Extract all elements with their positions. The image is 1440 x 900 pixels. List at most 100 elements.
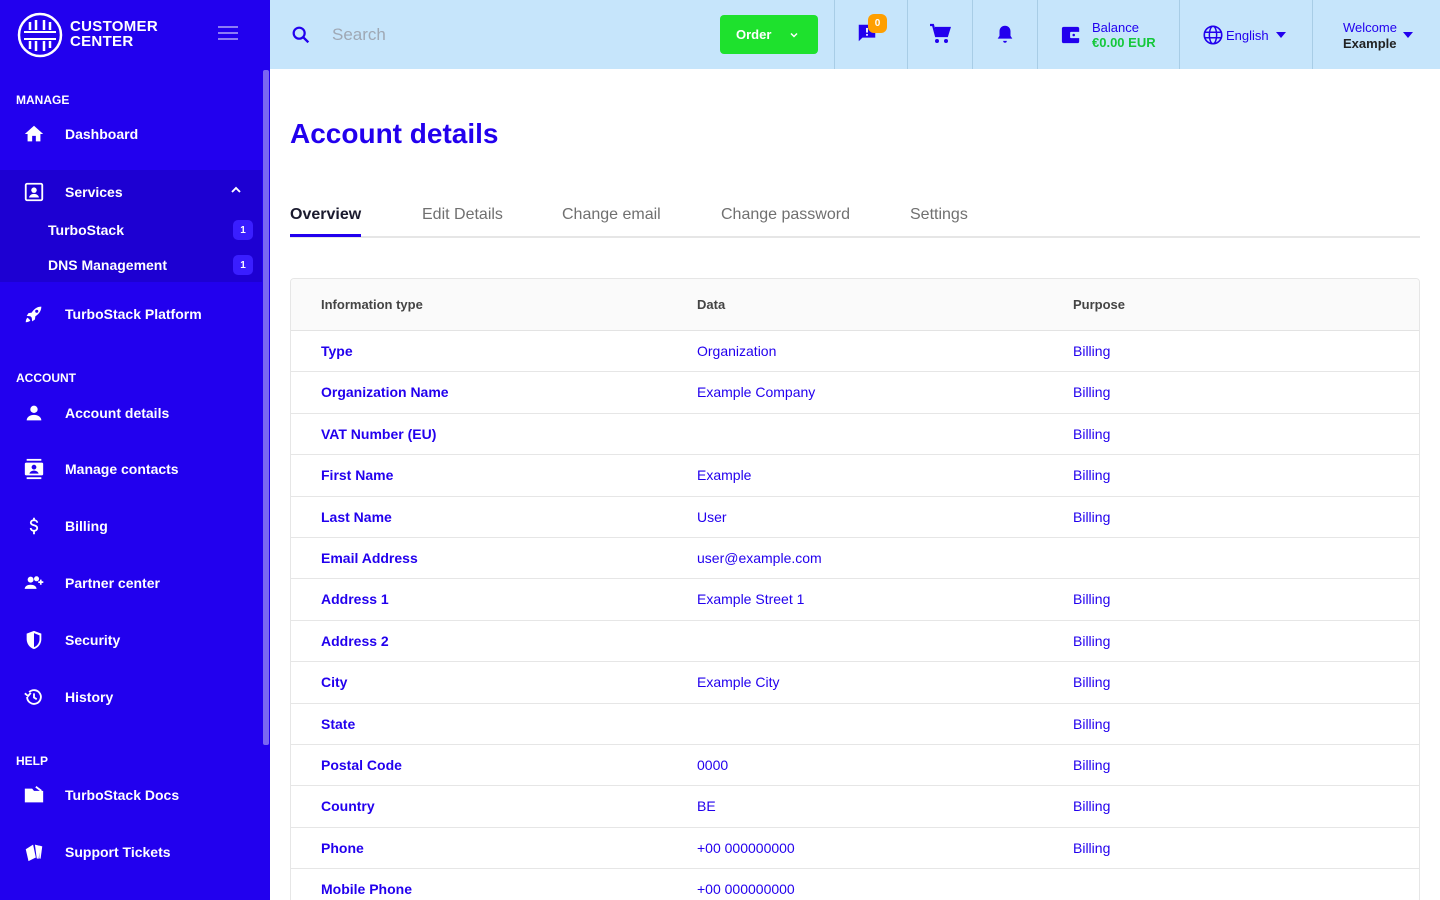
info-type-cell: Address 1 — [321, 591, 389, 608]
account-tabs: Overview Edit Details Change email Chang… — [290, 198, 1420, 238]
caret-down-icon[interactable] — [1402, 31, 1414, 39]
sidebar-item-label: Manage contacts — [65, 461, 179, 477]
balance-label: Balance — [1092, 20, 1139, 35]
tickets-icon — [23, 841, 45, 863]
table-row: Organization Name Example Company Billing — [291, 372, 1419, 414]
cart-icon[interactable] — [928, 22, 952, 46]
contacts-icon — [23, 458, 45, 480]
bell-icon[interactable] — [994, 22, 1016, 46]
order-button[interactable]: Order — [720, 15, 818, 54]
data-cell: BE — [697, 798, 716, 815]
info-type-cell: Postal Code — [321, 757, 402, 773]
rocket-icon — [23, 303, 45, 325]
data-cell: 0000 — [697, 757, 729, 773]
language-selector[interactable]: English — [1202, 24, 1287, 46]
home-icon — [23, 123, 45, 145]
tab-change-password[interactable]: Change password — [721, 206, 850, 224]
column-header-information-type: Information type — [321, 297, 423, 312]
username-label: Example — [1343, 36, 1397, 51]
account-info-table: Information type Data Purpose Type Organi… — [290, 278, 1420, 900]
purpose-cell: Billing — [1073, 591, 1111, 608]
info-type-cell: Country — [321, 798, 375, 815]
search-icon[interactable] — [290, 24, 312, 46]
table-row: Country BE Billing — [291, 786, 1419, 828]
count-badge: 1 — [233, 255, 253, 275]
history-icon — [23, 686, 45, 708]
sidebar-subitem-dns-management[interactable]: DNS Management 1 — [0, 248, 262, 282]
sidebar-subitem-label: DNS Management — [48, 257, 168, 273]
info-type-cell: First Name — [321, 467, 394, 484]
sidebar-subitem-turbostack[interactable]: TurboStack 1 — [0, 213, 262, 247]
column-header-purpose: Purpose — [1073, 297, 1126, 312]
count-badge: 1 — [233, 220, 253, 240]
order-button-label: Order — [736, 27, 772, 42]
purpose-cell: Billing — [1073, 632, 1111, 649]
sidebar-item-label: TurboStack Platform — [65, 306, 202, 322]
sidebar-item-partner-center[interactable]: Partner center — [0, 557, 262, 609]
section-label-account: ACCOUNT — [16, 371, 76, 385]
table-row: Address 1 Example Street 1 Billing — [291, 579, 1419, 621]
sidebar-item-security[interactable]: Security — [0, 614, 262, 666]
chevron-up-icon[interactable] — [228, 182, 244, 198]
sidebar-scrollbar[interactable] — [263, 70, 269, 745]
hosted-power-logo[interactable] — [16, 12, 64, 58]
language-label: English — [1226, 27, 1269, 43]
data-cell: User — [697, 508, 727, 525]
balance-value: €0.00 EUR — [1092, 35, 1156, 50]
sidebar-item-label: Account details — [65, 405, 170, 421]
active-tab-indicator — [290, 234, 361, 237]
purpose-cell: Billing — [1073, 343, 1111, 359]
purpose-cell: Billing — [1073, 798, 1111, 815]
sidebar-item-manage-contacts[interactable]: Manage contacts — [0, 443, 262, 495]
info-type-cell: Mobile Phone — [321, 881, 412, 898]
data-cell: +00 000000000 — [697, 839, 795, 856]
sidebar-item-label: Support Tickets — [65, 844, 171, 860]
tab-change-email[interactable]: Change email — [562, 206, 661, 224]
sidebar: CUSTOMER CENTER MANAGE Dashboard Service… — [0, 0, 270, 900]
tab-overview[interactable]: Overview — [290, 206, 361, 224]
info-type-cell: State — [321, 715, 356, 732]
sidebar-subitem-label: TurboStack — [48, 222, 124, 238]
section-label-manage: MANAGE — [16, 93, 70, 107]
caret-down-icon — [1275, 32, 1286, 38]
table-row: Type Organization Billing — [291, 331, 1419, 373]
person-icon — [23, 402, 45, 424]
page-title: Account details — [290, 118, 499, 149]
table-header: Information type Data Purpose — [291, 279, 1419, 331]
info-type-cell: VAT Number (EU) — [321, 425, 437, 442]
info-type-cell: Address 2 — [321, 632, 389, 649]
data-cell: Example — [697, 467, 752, 484]
purpose-cell: Billing — [1073, 757, 1111, 773]
info-type-cell: Type — [321, 343, 353, 359]
info-type-cell: Last Name — [321, 508, 392, 525]
sidebar-item-account-details[interactable]: Account details — [0, 387, 262, 439]
table-row: State Billing — [291, 704, 1419, 745]
sidebar-item-dashboard[interactable]: Dashboard — [0, 108, 262, 160]
sidebar-item-services[interactable]: Services — [0, 166, 262, 218]
dollar-icon — [23, 515, 45, 537]
menu-toggle-icon[interactable] — [218, 26, 238, 42]
info-type-cell: City — [321, 674, 348, 691]
sidebar-item-support-tickets[interactable]: Support Tickets — [0, 826, 262, 878]
sidebar-item-billing[interactable]: Billing — [0, 500, 262, 552]
topbar-divider — [834, 0, 835, 69]
sidebar-item-label: Partner center — [65, 575, 160, 591]
search-input[interactable] — [332, 20, 692, 50]
info-type-cell: Phone — [321, 839, 364, 856]
table-row: First Name Example Billing — [291, 455, 1419, 497]
purpose-cell: Billing — [1073, 425, 1111, 442]
sidebar-item-history[interactable]: History — [0, 671, 262, 723]
sidebar-item-turbostack-platform[interactable]: TurboStack Platform — [0, 288, 262, 340]
sidebar-item-label: Billing — [65, 518, 108, 534]
topbar-divider — [1312, 0, 1313, 69]
table-row: Postal Code 0000 Billing — [291, 745, 1419, 787]
tab-edit-details[interactable]: Edit Details — [422, 206, 503, 224]
tab-settings[interactable]: Settings — [910, 206, 968, 224]
table-row: Email Address user@example.com — [291, 538, 1419, 580]
id-card-icon — [23, 181, 45, 203]
sidebar-item-turbostack-docs[interactable]: TurboStack Docs — [0, 769, 262, 821]
folder-icon — [23, 784, 45, 806]
topbar-divider — [907, 0, 908, 69]
services-group: Services TurboStack 1 DNS Management 1 — [0, 170, 262, 282]
user-menu[interactable]: Welcome Example — [1343, 20, 1397, 51]
